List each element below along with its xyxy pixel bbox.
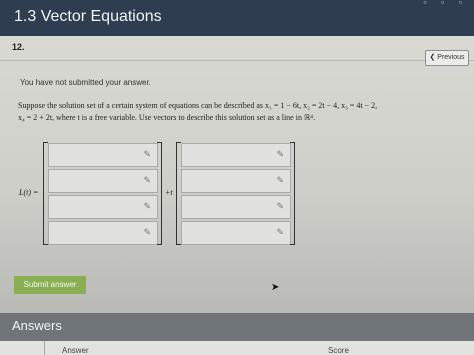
question-number: 12.: [12, 42, 25, 52]
problem-statement: Suppose the solution set of a certain sy…: [18, 100, 468, 124]
direction-entry-2[interactable]: ✎: [181, 169, 291, 193]
point-entry-1[interactable]: ✎: [48, 143, 158, 167]
pencil-icon[interactable]: ✎: [143, 227, 151, 238]
answers-table-header: Answer Score: [0, 341, 474, 355]
submission-notice: You have not submitted your answer.: [20, 78, 151, 87]
pencil-icon[interactable]: ✎: [143, 149, 151, 160]
direction-entry-3[interactable]: ✎: [181, 195, 291, 219]
previous-button[interactable]: ❮ Previous: [425, 50, 469, 66]
mouse-cursor-icon: ➤: [271, 282, 280, 293]
direction-entry-4[interactable]: ✎: [181, 221, 291, 245]
point-entry-4[interactable]: ✎: [48, 221, 158, 245]
column-divider: [44, 341, 45, 355]
window-controls-icon: ▫ ▫ ▫: [423, 0, 468, 7]
divider: [0, 60, 474, 61]
left-bracket-close: [157, 142, 162, 245]
point-vector: ✎ ✎ ✎ ✎: [48, 143, 158, 247]
pencil-icon[interactable]: ✎: [143, 175, 151, 186]
right-bracket-close: [290, 142, 295, 245]
question-panel: 12. ❮ Previous You have not submitted yo…: [0, 36, 474, 313]
submit-answer-button[interactable]: Submit answer: [14, 276, 86, 294]
point-entry-2[interactable]: ✎: [48, 169, 158, 193]
problem-line-1: Suppose the solution set of a certain sy…: [18, 101, 378, 110]
direction-vector: ✎ ✎ ✎ ✎: [181, 143, 291, 247]
point-entry-3[interactable]: ✎: [48, 195, 158, 219]
lhs-label: L(t) =: [19, 188, 39, 197]
pencil-icon[interactable]: ✎: [276, 227, 284, 238]
page-title: 1.3 Vector Equations: [14, 8, 162, 25]
answers-heading: Answers: [12, 318, 62, 333]
direction-entry-1[interactable]: ✎: [181, 143, 291, 167]
pencil-icon[interactable]: ✎: [276, 175, 284, 186]
problem-line-2: x₄ = 2 + 2t, where t is a free variable.…: [18, 113, 316, 122]
score-column-header: Score: [328, 346, 349, 355]
plus-t-label: +t: [165, 188, 173, 197]
answer-column-header: Answer: [62, 346, 89, 355]
app-header: 1.3 Vector Equations ▫ ▫ ▫: [0, 0, 474, 36]
pencil-icon[interactable]: ✎: [143, 201, 151, 212]
pencil-icon[interactable]: ✎: [276, 201, 284, 212]
pencil-icon[interactable]: ✎: [276, 149, 284, 160]
